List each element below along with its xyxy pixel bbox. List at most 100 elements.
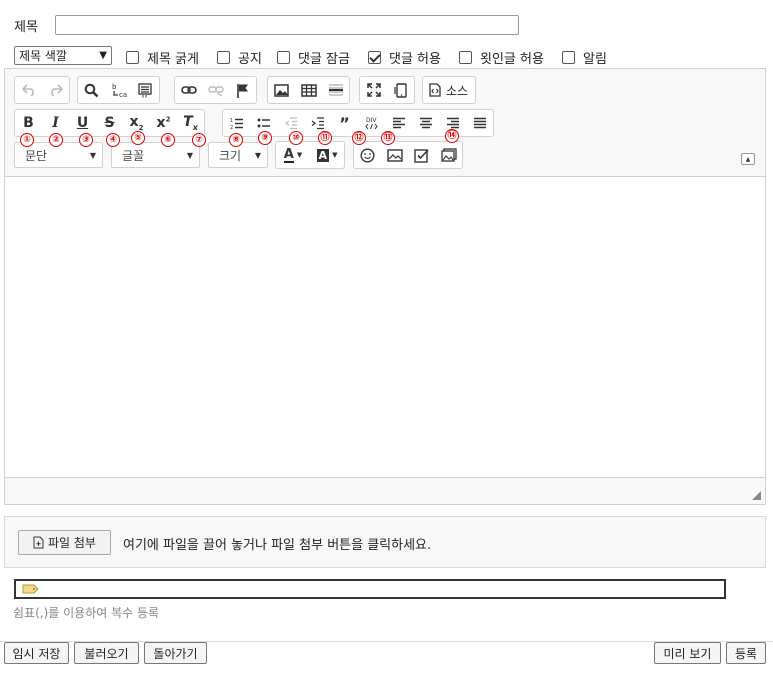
checkbox-insert-button[interactable] [408,142,435,168]
tag-input[interactable] [14,579,726,599]
select-all-button[interactable] [132,77,159,103]
lock-comments-label: 댓글 잠금 [298,52,350,67]
title-color-select[interactable]: 제목 색깔 ▼ [14,46,112,65]
annotation-3: ③ [79,133,93,147]
temp-save-button[interactable]: 임시 저장 [4,642,69,664]
file-attach-area[interactable]: 파일 첨부 여기에 파일을 끌어 놓거나 파일 첨부 버튼을 클릭하세요. [4,516,766,568]
checkbox-icon [414,148,429,163]
allow-comments-option[interactable]: 댓글 허용 [368,48,441,67]
link-button[interactable] [175,77,202,103]
gallery-icon [440,148,457,162]
smiley-icon [360,147,375,163]
annotation-4: ④ [106,133,120,147]
bold-title-option[interactable]: 제목 굵게 [126,48,199,67]
rich-text-editor: b ca 소스 B I U S x2 x2 Tx 1 2 ” DIV 문단 ▼ … [4,68,766,505]
submit-button[interactable]: 등록 [726,642,766,664]
outdent-icon [284,116,297,129]
bold-icon: B [23,115,34,131]
undo-button[interactable] [15,77,42,103]
chevron-down-icon: ▼ [89,150,96,160]
notice-option[interactable]: 공지 [217,48,262,67]
underline-icon: U [76,115,89,131]
toolbar-collapse-button[interactable]: ▲ [741,153,755,165]
image-icon [274,83,289,97]
annotation-1: ① [20,133,34,147]
maximize-icon [366,83,381,97]
svg-text:1: 1 [230,118,233,124]
annotation-11: ⑪ [318,131,332,145]
bold-button[interactable]: B [15,110,42,136]
justify-icon [473,117,486,129]
align-center-button[interactable] [412,110,439,136]
show-blocks-button[interactable] [387,77,414,103]
table-button[interactable] [295,77,322,103]
align-right-icon [446,117,459,129]
replace-icon: bca [112,83,127,98]
link-icon [180,86,197,94]
notify-checkbox[interactable] [562,51,575,64]
table-icon [300,83,317,97]
annotation-8: ⑧ [229,133,243,147]
emoji-button[interactable] [354,142,381,168]
italic-icon: I [52,115,59,131]
anchor-button[interactable] [229,77,256,103]
anon-comments-checkbox[interactable] [459,51,472,64]
allow-comments-label: 댓글 허용 [389,52,441,67]
notice-checkbox[interactable] [217,51,230,64]
anon-comments-label: 욋인글 허용 [480,52,544,67]
strike-button[interactable]: S [96,110,123,136]
title-input[interactable] [55,15,519,35]
bold-title-checkbox[interactable] [126,51,139,64]
align-center-icon [419,117,432,129]
indent-icon [311,116,324,129]
text-color-icon: A [283,146,294,163]
resize-handle[interactable] [752,491,761,500]
preview-button[interactable]: 미리 보기 [654,642,721,664]
gallery-button[interactable] [435,142,462,168]
chevron-down-icon: ▼ [186,150,193,160]
image-insert-button[interactable] [381,142,408,168]
maximize-button[interactable] [360,77,387,103]
strikethrough-icon: S [104,115,115,131]
superscript-button[interactable]: x2 [150,110,177,136]
collapse-arrow-icon: ▲ [745,155,751,163]
file-add-icon [33,536,44,549]
lock-comments-checkbox[interactable] [277,51,290,64]
font-combo[interactable]: 글꼴 ▼ [111,142,200,168]
replace-button[interactable]: b ca [105,77,132,103]
anon-comments-option[interactable]: 욋인글 허용 [459,48,544,67]
back-button[interactable]: 돌아가기 [144,642,207,664]
justify-button[interactable] [466,110,493,136]
unlink-button[interactable] [202,77,229,103]
numbered-list-icon: 12 [230,118,243,130]
flag-icon [236,83,248,98]
bold-title-label: 제목 굵게 [147,52,199,67]
svg-text:ca: ca [119,91,127,98]
editor-content-area[interactable] [5,177,765,477]
lock-comments-option[interactable]: 댓글 잠금 [277,48,350,67]
allow-comments-checkbox[interactable] [368,51,381,64]
font-label: 글꼴 [122,148,145,163]
media-group [353,141,463,169]
quote-icon: ” [339,113,350,133]
annotation-13: ⑬ [381,131,395,145]
unlink-icon [207,86,224,96]
source-button[interactable]: 소스 [429,82,468,99]
attach-file-button[interactable]: 파일 첨부 [18,530,111,555]
load-button[interactable]: 불러오기 [74,642,139,664]
svg-text:b: b [112,83,117,91]
background-color-button[interactable]: A ▼ [310,142,344,168]
text-color-button[interactable]: A ▼ [276,142,310,168]
notify-label: 알림 [583,52,607,67]
underline-button[interactable]: U [69,110,96,136]
find-button[interactable] [78,77,105,103]
redo-button[interactable] [42,77,69,103]
horizontal-line-button[interactable] [322,77,349,103]
link-group [174,76,257,104]
svg-text:2: 2 [230,125,233,130]
annotation-6: ⑥ [161,133,175,147]
annotation-5: ⑤ [131,131,145,145]
select-all-icon [138,82,152,97]
notify-option[interactable]: 알림 [562,48,607,67]
image-button[interactable] [268,77,295,103]
